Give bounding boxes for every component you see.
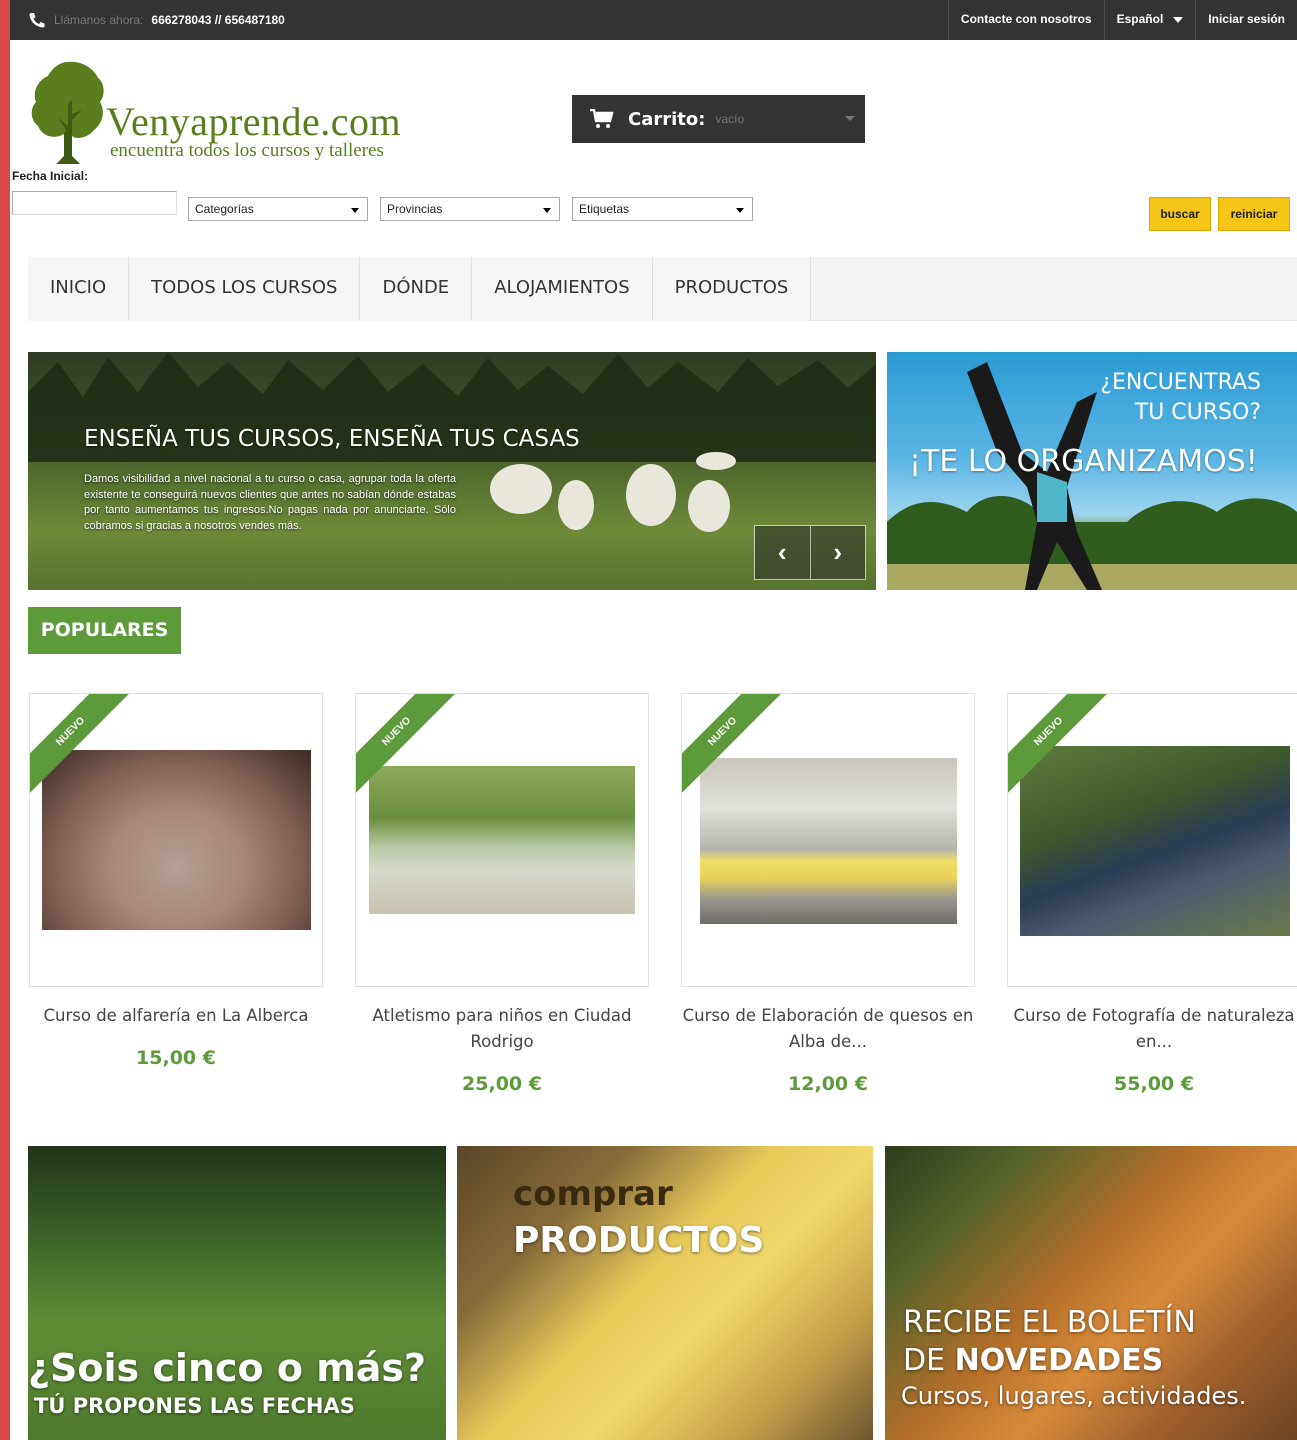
section-title-populares: POPULARES	[28, 607, 181, 654]
cheese-making-image	[700, 758, 957, 924]
product-card[interactable]: NUEVO Atletismo para niños en Ciudad Rod…	[355, 693, 649, 1095]
nature-photography-image	[1020, 746, 1290, 936]
category-select-value: Categorías	[195, 202, 254, 216]
promo-question-line-1: ¿ENCUENTRAS	[1100, 370, 1261, 395]
organize-promo-banner[interactable]: ¿ENCUENTRAS TU CURSO? ¡TE LO ORGANIZAMOS…	[887, 352, 1297, 590]
hero-slider[interactable]: ENSEÑA TUS CURSOS, ENSEÑA TUS CASAS Damo…	[28, 352, 876, 590]
newsletter-banner[interactable]: RECIBE EL BOLETÍN DE NOVEDADES Cursos, l…	[885, 1146, 1297, 1440]
brand-tagline: encuentra todos los cursos y talleres	[110, 140, 384, 161]
slider-controls: ‹ ›	[754, 525, 866, 580]
main-nav: INICIO TODOS LOS CURSOS DÓNDE ALOJAMIENT…	[28, 257, 1297, 321]
sheep-image	[688, 480, 730, 532]
nav-item-donde[interactable]: DÓNDE	[360, 257, 473, 321]
chevron-down-icon	[736, 208, 744, 213]
slider-description: Damos visibilidad a nivel nacional a tu …	[84, 473, 456, 532]
product-price: 55,00 €	[1114, 1073, 1194, 1095]
newsletter-title-line-2: DE NOVEDADES	[903, 1342, 1196, 1380]
province-select-value: Provincias	[387, 202, 443, 216]
newsletter-title-prefix: DE	[903, 1343, 955, 1378]
contact-link[interactable]: Contacte con nosotros	[947, 0, 1104, 40]
pottery-image	[42, 750, 311, 930]
login-link[interactable]: Iniciar sesión	[1195, 0, 1297, 40]
tags-select[interactable]: Etiquetas	[572, 197, 753, 221]
tree-logo-icon	[31, 61, 104, 164]
product-price: 12,00 €	[788, 1073, 868, 1095]
reset-button[interactable]: reiniciar	[1218, 197, 1290, 231]
product-name[interactable]: Curso de alfarería en La Alberca	[29, 1003, 323, 1029]
slider-title: ENSEÑA TUS CURSOS, ENSEÑA TUS CASAS	[84, 426, 580, 452]
chevron-down-icon	[845, 116, 855, 121]
product-card[interactable]: NUEVO Curso de Elaboración de quesos en …	[681, 693, 975, 1095]
chevron-down-icon	[1173, 16, 1184, 23]
group-booking-banner[interactable]: ¿Sois cinco o más? TÚ PROPONES LAS FECHA…	[28, 1146, 446, 1440]
top-bar: Llámanos ahora: 666278043 // 656487180 C…	[10, 0, 1297, 40]
language-label: Español	[1116, 12, 1164, 26]
promo-question-line-2: TU CURSO?	[1134, 400, 1261, 425]
nav-item-alojamientos[interactable]: ALOJAMIENTOS	[472, 257, 653, 321]
shop-banner-line-2: PRODUCTOS	[513, 1220, 765, 1261]
nav-item-todos-los-cursos[interactable]: TODOS LOS CURSOS	[129, 257, 361, 321]
cart-button[interactable]: Carrito: vacío	[572, 95, 865, 143]
slider-next-button[interactable]: ›	[809, 526, 865, 579]
sheep-image	[558, 480, 594, 530]
product-image-frame[interactable]: NUEVO	[1007, 693, 1297, 987]
shop-banner-line-1: comprar	[513, 1174, 673, 1214]
newsletter-title: RECIBE EL BOLETÍN DE NOVEDADES	[903, 1304, 1196, 1380]
phone-numbers: 666278043 // 656487180	[151, 13, 285, 27]
chevron-down-icon	[351, 208, 359, 213]
date-input[interactable]	[12, 191, 177, 215]
nav-item-inicio[interactable]: INICIO	[28, 257, 130, 321]
product-image-frame[interactable]: NUEVO	[355, 693, 649, 987]
product-image-frame[interactable]: NUEVO	[29, 693, 323, 987]
sheep-image	[626, 464, 676, 526]
newsletter-title-line-1: RECIBE EL BOLETÍN	[903, 1305, 1196, 1340]
category-select[interactable]: Categorías	[188, 197, 368, 221]
product-price: 25,00 €	[462, 1073, 542, 1095]
product-name[interactable]: Curso de Fotografía de naturaleza en...	[1007, 1003, 1297, 1055]
phone-info: Llámanos ahora: 666278043 // 656487180	[28, 12, 285, 28]
product-name[interactable]: Atletismo para niños en Ciudad Rodrigo	[355, 1003, 649, 1055]
group-booking-subtitle: TÚ PROPONES LAS FECHAS	[34, 1394, 355, 1418]
chevron-down-icon	[543, 208, 551, 213]
tags-select-value: Etiquetas	[579, 202, 630, 216]
province-select[interactable]: Provincias	[380, 197, 560, 221]
product-image-frame[interactable]: NUEVO	[681, 693, 975, 987]
date-label: Fecha Inicial:	[12, 169, 89, 183]
promo-headline: ¡TE LO ORGANIZAMOS!	[909, 444, 1258, 479]
product-name[interactable]: Curso de Elaboración de quesos en Alba d…	[681, 1003, 975, 1055]
children-running-image	[369, 766, 635, 914]
sheep-image	[696, 452, 736, 470]
nav-item-productos[interactable]: PRODUCTOS	[652, 257, 812, 321]
newsletter-subtitle: Cursos, lugares, actividades.	[901, 1382, 1247, 1410]
sheep-image	[490, 464, 552, 514]
product-card[interactable]: NUEVO Curso de alfarería en La Alberca 1…	[29, 693, 323, 1069]
cart-label: Carrito:	[628, 108, 706, 130]
top-links: Contacte con nosotros Español Iniciar se…	[947, 0, 1297, 40]
search-button[interactable]: buscar	[1149, 197, 1211, 231]
group-booking-title: ¿Sois cinco o más?	[28, 1346, 427, 1390]
product-price: 15,00 €	[136, 1047, 216, 1069]
language-selector[interactable]: Español	[1103, 0, 1196, 40]
promo-question: ¿ENCUENTRAS TU CURSO?	[1100, 368, 1261, 428]
cart-icon	[590, 109, 614, 128]
left-edge-strip	[0, 0, 10, 1440]
product-card[interactable]: NUEVO Curso de Fotografía de naturaleza …	[1007, 693, 1297, 1095]
slider-prev-button[interactable]: ‹	[755, 526, 810, 579]
newsletter-title-emphasis: NOVEDADES	[954, 1343, 1164, 1378]
call-label: Llámanos ahora:	[54, 13, 144, 27]
shop-products-banner[interactable]: comprar PRODUCTOS	[457, 1146, 873, 1440]
site-logo[interactable]: Venyaprende.com encuentra todos los curs…	[28, 58, 448, 170]
phone-icon	[29, 13, 45, 28]
cart-status: vacío	[715, 112, 745, 126]
brand-name: Venyaprende.com	[106, 99, 402, 144]
